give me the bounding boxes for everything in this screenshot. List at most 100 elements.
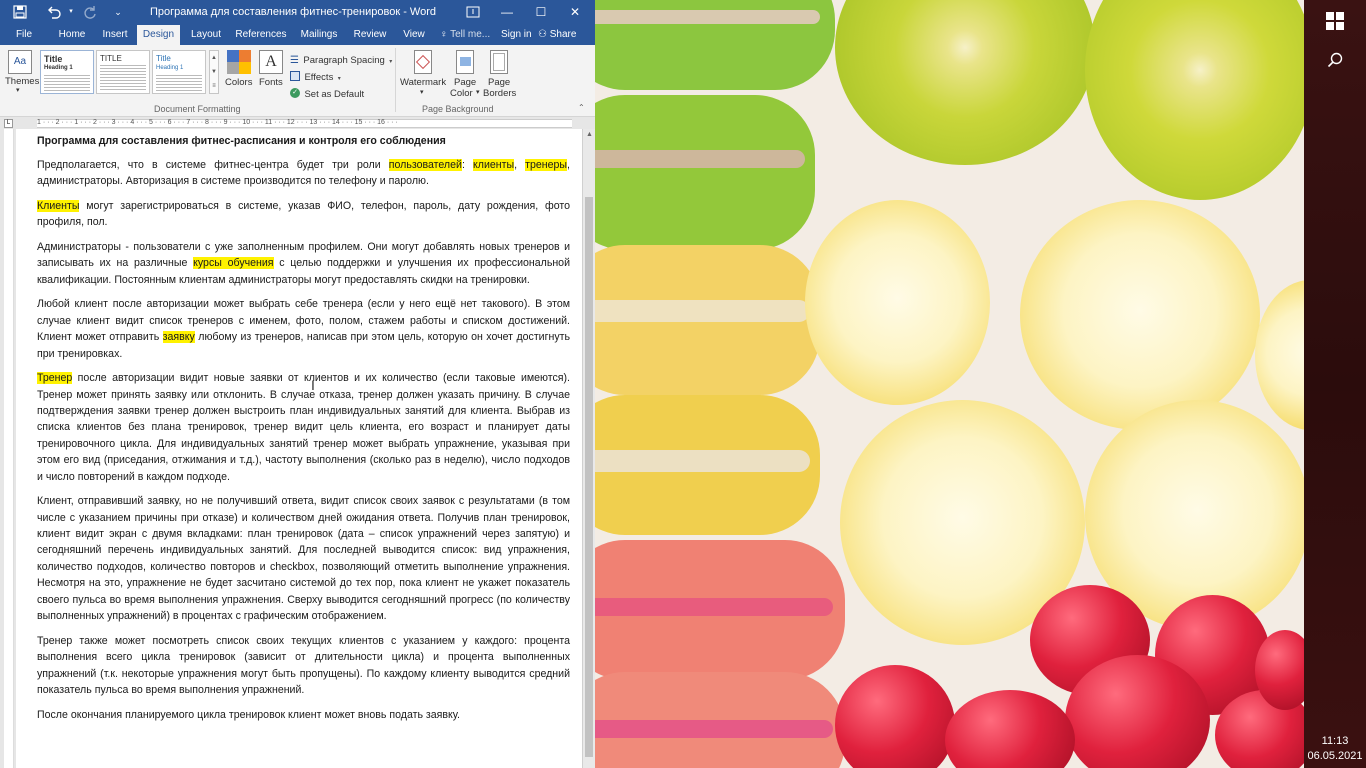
themes-button[interactable]: Aa Themes ▾ bbox=[5, 48, 39, 96]
colors-label: Colors bbox=[225, 77, 253, 88]
style-set-2[interactable]: TITLE bbox=[96, 50, 150, 94]
scrollbar-thumb[interactable] bbox=[585, 197, 593, 757]
tab-references[interactable]: References bbox=[233, 25, 289, 45]
raspberry-1 bbox=[835, 665, 955, 768]
paragraph-spacing-button[interactable]: ☰ Paragraph Spacing ▾ bbox=[290, 50, 392, 66]
tell-me-text: Tell me... bbox=[450, 29, 491, 40]
raspberry-5 bbox=[945, 690, 1075, 768]
watermark-button[interactable]: Watermark ▾ bbox=[399, 48, 447, 100]
title-bar: ▾ ⌄ Программа для составления фитнес-тре… bbox=[0, 0, 595, 25]
themes-icon: Aa bbox=[8, 50, 32, 74]
minimize-button[interactable]: — bbox=[492, 0, 522, 25]
banana-slice-2 bbox=[1020, 200, 1260, 430]
style-set-3[interactable]: Title Heading 1 bbox=[152, 50, 206, 94]
horizontal-ruler[interactable]: 1 · · · 2 · · · 1 · · · 2 · · · 3 · · · … bbox=[37, 119, 572, 128]
tab-file[interactable]: File bbox=[6, 25, 42, 45]
highlight-run: Клиенты bbox=[37, 200, 80, 212]
macaron-yellow-2-filling bbox=[595, 450, 810, 472]
highlight-run: заявку bbox=[162, 331, 195, 344]
text-run: после авторизации видит новые заявки от … bbox=[37, 372, 570, 483]
undo-icon[interactable] bbox=[46, 4, 62, 20]
fonts-button[interactable]: A Fonts bbox=[256, 48, 286, 96]
paragraph-6: Клиент, отправивший заявку, но не получи… bbox=[37, 495, 570, 623]
set-as-default-button[interactable]: ✓ Set as Default bbox=[290, 84, 364, 100]
save-icon[interactable] bbox=[12, 4, 28, 20]
desktop-wallpaper bbox=[595, 0, 1304, 768]
page-borders-button[interactable]: Page Borders bbox=[483, 48, 517, 100]
style-set-title: Title bbox=[44, 54, 63, 64]
paragraph-4: Любой клиент после авторизации может выб… bbox=[37, 296, 570, 362]
ribbon: Aa Themes ▾ Title Heading 1 TITLE Title … bbox=[0, 45, 595, 117]
paragraph-1: Предполагается, что в системе фитнес-цен… bbox=[37, 157, 570, 190]
page-borders-label-1: Page bbox=[488, 77, 511, 88]
close-button[interactable]: ✕ bbox=[560, 0, 590, 25]
macaron-green-2-filling bbox=[595, 150, 805, 168]
tab-mailings[interactable]: Mailings bbox=[295, 25, 343, 45]
paragraph-5: Тренер после авторизации видит новые зая… bbox=[37, 370, 570, 485]
page-color-label-2: Color bbox=[450, 88, 473, 99]
redo-icon[interactable] bbox=[82, 4, 98, 20]
tab-design[interactable]: Design bbox=[137, 25, 180, 45]
tab-view[interactable]: View bbox=[397, 25, 431, 45]
undo-dropdown-icon[interactable]: ▾ bbox=[63, 4, 79, 20]
vertical-ruler[interactable] bbox=[4, 129, 14, 768]
tab-insert[interactable]: Insert bbox=[96, 25, 134, 45]
page-borders-label-2: Borders bbox=[483, 88, 517, 99]
document-page[interactable]: Программа для составления фитнес-расписа… bbox=[16, 129, 582, 768]
chevron-down-icon: ▾ bbox=[476, 89, 480, 96]
clock[interactable]: 11:13 06.05.2021 bbox=[1304, 734, 1366, 764]
tell-me-box[interactable]: ♀ Tell me... bbox=[440, 25, 490, 45]
document-heading: Программа для составления фитнес-расписа… bbox=[37, 135, 446, 147]
ruler-numbers: 1 · · · 2 · · · 1 · · · 2 · · · 3 · · · … bbox=[37, 119, 398, 126]
style-set-lines bbox=[100, 65, 146, 91]
vertical-scrollbar[interactable]: ▲ bbox=[582, 129, 595, 768]
text-run: , bbox=[514, 159, 526, 171]
share-label: Share bbox=[549, 29, 577, 40]
chevron-down-icon: ▾ bbox=[420, 89, 424, 96]
effects-button[interactable]: Effects ▾ bbox=[290, 67, 341, 83]
search-icon[interactable] bbox=[1327, 52, 1343, 68]
paragraph-3: Администраторы - пользователи с уже запо… bbox=[37, 239, 570, 288]
page-color-icon bbox=[456, 50, 474, 74]
paragraph-spacing-icon: ☰ bbox=[290, 55, 299, 66]
ribbon-display-icon[interactable] bbox=[458, 0, 488, 25]
macaron-green-1-filling bbox=[595, 10, 820, 24]
style-set-heading: Heading 1 bbox=[156, 65, 184, 71]
paragraph-spacing-label: Paragraph Spacing bbox=[303, 55, 385, 66]
scroll-up-icon[interactable]: ▲ bbox=[583, 129, 595, 141]
kiwi-slice-1 bbox=[835, 0, 1095, 165]
banana-slice-5 bbox=[1255, 280, 1304, 430]
macaron-yellow-1-filling bbox=[595, 300, 810, 322]
sign-in-link[interactable]: Sign in bbox=[501, 25, 532, 45]
share-button[interactable]: ⚇ Share bbox=[538, 25, 576, 45]
document-body[interactable]: Программа для составления фитнес-расписа… bbox=[37, 133, 570, 731]
maximize-button[interactable]: ☐ bbox=[526, 0, 556, 25]
highlight-run: тренеры bbox=[525, 159, 568, 171]
colors-button[interactable]: Colors bbox=[224, 48, 254, 96]
gallery-scroll[interactable]: ▲ ▼ ≡ bbox=[209, 50, 219, 94]
windows-start-icon[interactable] bbox=[1326, 12, 1344, 30]
text-run: Предполагается, что в системе фитнес-цен… bbox=[37, 159, 389, 171]
page-color-button[interactable]: Page Color ▾ bbox=[450, 48, 480, 100]
tab-home[interactable]: Home bbox=[52, 25, 92, 45]
tab-layout[interactable]: Layout bbox=[185, 25, 227, 45]
text-run: : bbox=[461, 159, 474, 171]
tab-selector-icon[interactable]: L bbox=[4, 119, 13, 128]
highlight-run: клиенты bbox=[473, 159, 515, 171]
style-set-1[interactable]: Title Heading 1 bbox=[40, 50, 94, 94]
style-set-lines bbox=[44, 75, 90, 91]
text-run: могут зарегистрироваться в системе, указ… bbox=[37, 200, 570, 229]
horizontal-ruler-bar: L 1 · · · 2 · · · 1 · · · 2 · · · 3 · · … bbox=[0, 117, 595, 129]
ribbon-tabs: File Home Insert Design Layout Reference… bbox=[0, 25, 595, 45]
banana-slice-1 bbox=[805, 200, 990, 405]
style-set-title: Title bbox=[156, 54, 171, 63]
customize-icon[interactable]: ⌄ bbox=[110, 4, 126, 20]
group-label-page-background: Page Background bbox=[422, 104, 494, 114]
highlight-run: Тренер bbox=[37, 372, 73, 385]
collapse-ribbon-icon[interactable]: ⌃ bbox=[578, 103, 585, 112]
tab-review[interactable]: Review bbox=[348, 25, 392, 45]
paragraph-7: Тренер также может посмотреть список сво… bbox=[37, 634, 570, 696]
paragraph-8: После окончания планируемого цикла трени… bbox=[37, 708, 460, 721]
clock-time: 11:13 bbox=[1321, 735, 1349, 747]
fonts-icon: A bbox=[259, 50, 283, 74]
